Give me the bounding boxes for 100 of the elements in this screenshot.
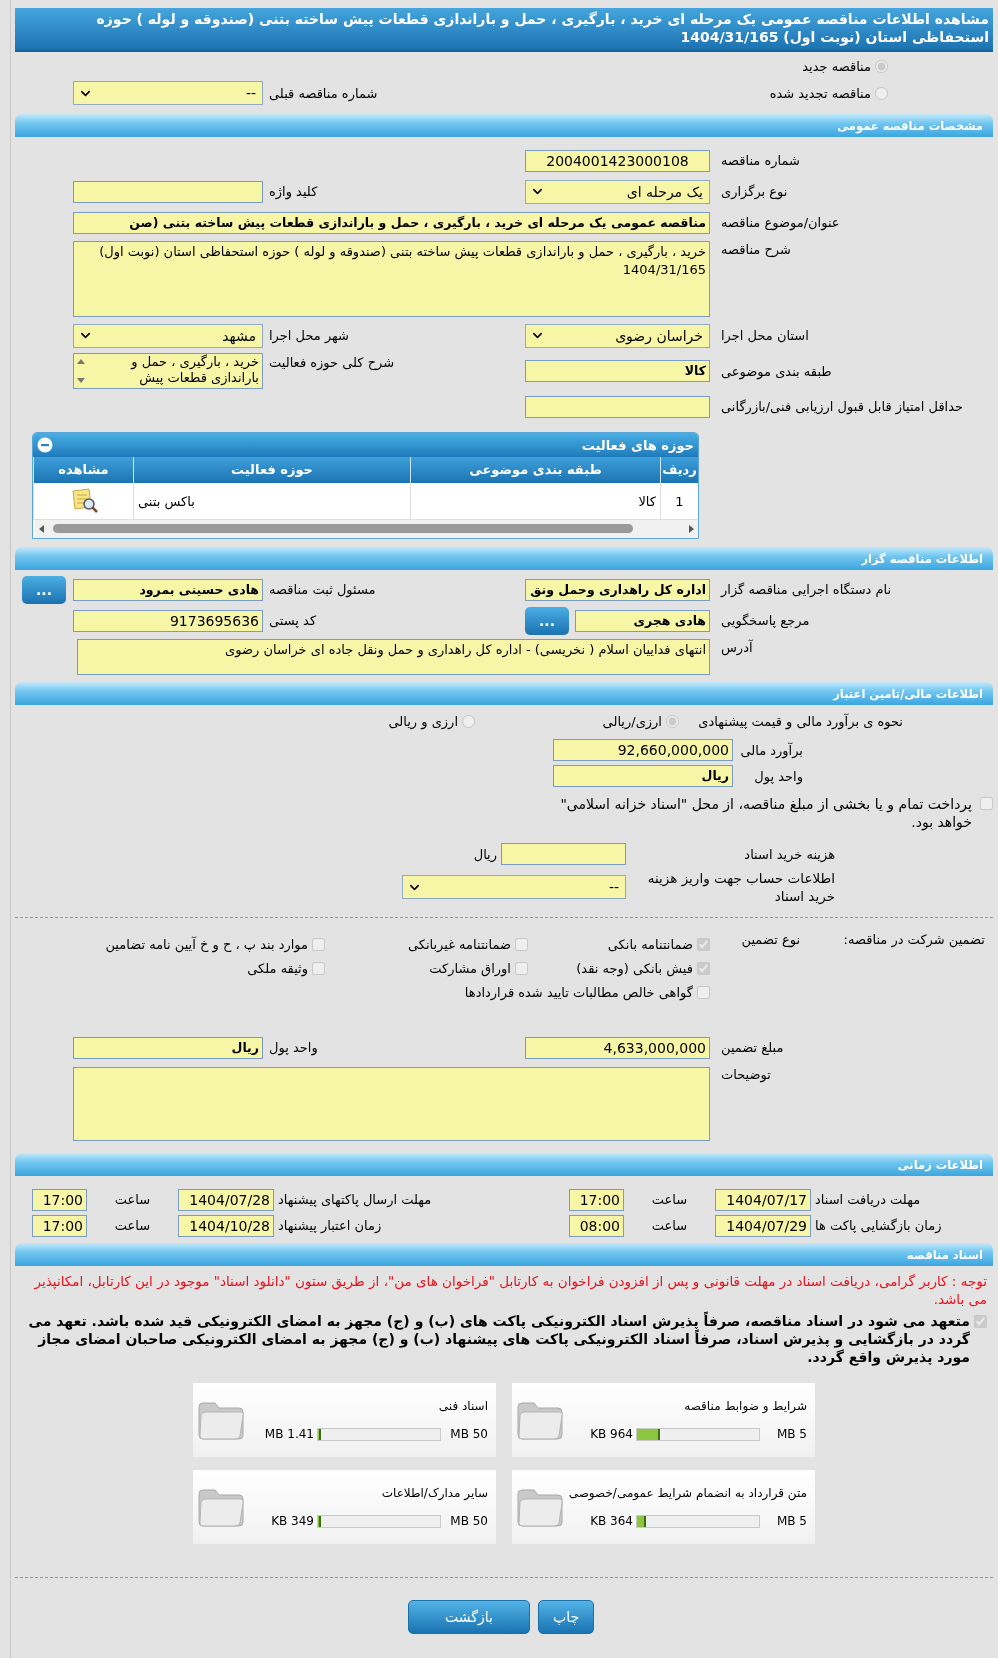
time-field[interactable]: 08:00: [569, 1214, 624, 1237]
text-field[interactable]: هادی هجری: [575, 609, 710, 632]
field-label: تضمین شرکت در مناقصه:: [842, 932, 985, 950]
field-label: زمان بازگشایی پاکت ها: [814, 1218, 943, 1233]
action-button[interactable]: چاپ: [537, 1600, 595, 1634]
field-label: توضیحات: [720, 1067, 772, 1082]
field-label: استان محل اجرا: [720, 328, 810, 343]
folder-icon: [516, 1399, 564, 1441]
field-label: مبلغ تضمین: [720, 1040, 785, 1055]
commitment-text: متعهد می شود در اسناد مناقصه، صرفاً پذیرش اسناد الکترونیکی پاکت های (ب) و (ج) مجهز به امضای الکترونیکی قید شده باشد. تعهد می گردد در بازگشایی و پذیرش اسناد، صرفاً اسناد الکترونیکی پاکت های پیشنهاد (ب) و (ج) مجهز به امضای الکترونیکی صاحبان امضای مجاز مورد پذیرش واقع گردد.: [27, 1312, 970, 1366]
text-field[interactable]: [525, 395, 710, 418]
radio-label: مناقصه جدید: [802, 58, 871, 74]
date-field[interactable]: 1404/07/28: [178, 1188, 274, 1211]
checkbox-label: ضمانتنامه بانکی: [607, 936, 693, 952]
text-field[interactable]: 2004001423000108: [525, 149, 710, 172]
column-header: مشاهده: [33, 457, 133, 483]
field-label: واحد پول: [753, 768, 803, 784]
date-field[interactable]: 1404/07/29: [715, 1214, 811, 1237]
radio-label: مناقصه تجدید شده: [769, 85, 871, 101]
size-limit: 50 MB: [449, 1427, 488, 1441]
text-field[interactable]: [501, 843, 626, 865]
text-field[interactable]: ریال: [73, 1036, 263, 1059]
horizontal-scrollbar[interactable]: [35, 520, 698, 538]
panel-title: حوزه های فعالیت: [581, 437, 694, 453]
size-limit: 50 MB: [449, 1514, 488, 1528]
field-label: شماره مناقصه: [720, 153, 801, 168]
checkbox-label: ضمانتنامه غیربانکی: [407, 936, 511, 952]
text-field[interactable]: 92,660,000,000: [553, 739, 733, 761]
column-header: حوزه فعالیت: [133, 457, 410, 483]
column-header: ردیف: [660, 457, 698, 483]
action-button[interactable]: بازگشت: [407, 1600, 530, 1634]
section-header: اطلاعات مناقصه گزار: [15, 547, 993, 570]
field-label: کلید واژه: [268, 184, 319, 199]
dropdown[interactable]: خراسان رضوی: [525, 323, 710, 348]
field-label: شرح مناقصه: [720, 242, 792, 257]
checkbox-label: اوراق مشارکت: [429, 960, 511, 976]
field-label: نوع تضمین: [740, 932, 800, 950]
field-label: طبقه بندی موضوعی: [720, 363, 833, 379]
field-label: مهلت ارسال پاکتهای پیشنهاد: [277, 1192, 433, 1207]
checkbox-label: فیش بانکی (وجه نقد): [576, 960, 693, 976]
file-size: 964 KB: [590, 1427, 633, 1441]
section-header: اطلاعات مالی/تامین اعتبار: [15, 682, 993, 705]
checkbox-label: وثیقه ملکی: [247, 960, 308, 976]
field-label: مرجع پاسخگویی: [720, 613, 811, 628]
text-area[interactable]: انتهای فداییان اسلام ( نخریسی) - اداره کل راهداری و حمل ونقل جاده ای خراسان رضوی: [77, 639, 710, 675]
section-header: اطلاعات زمانی: [15, 1153, 993, 1176]
collapse-icon[interactable]: [37, 437, 53, 453]
field-label: مسئول ثبت مناقصه: [268, 582, 377, 597]
checkbox-label: موارد بند پ ، ح و خ آیین نامه تضامین: [105, 936, 308, 952]
field-label: ساعت: [113, 1192, 152, 1207]
size-limit: 5 MB: [775, 1427, 807, 1441]
text-area[interactable]: خرید ، بارگیری ، حمل و باراندازی قطعات پیش: [73, 353, 263, 389]
time-field[interactable]: 17:00: [32, 1214, 87, 1237]
page-title: مشاهده اطلاعات مناقصه عمومی یک مرحله ای خرید ، بارگیری ، حمل و باراندازی قطعات پیش ساخته بتنی (صندوقه و لوله ) حوزه استحفاظی استان (نوبت اول) 1404/31/165: [15, 8, 993, 52]
text-field[interactable]: اداره کل راهداری وحمل ونق: [525, 578, 710, 601]
text-area[interactable]: خرید ، بارگیری ، حمل و باراندازی قطعات پیش ساخته بتنی (صندوقه و لوله ) حوزه استحفاظی استان (نوبت اول) 1404/31/165: [73, 241, 710, 317]
time-field[interactable]: 17:00: [569, 1188, 624, 1211]
column-header: طبقه بندی موضوعی: [410, 457, 660, 483]
dropdown[interactable]: مشهد: [73, 323, 263, 348]
field-label: آدرس: [720, 640, 754, 655]
field-label: برآورد مالی: [739, 742, 803, 758]
radio-label: ارزی و ریالی: [388, 713, 458, 729]
field-label: شرح کلی حوزه فعالیت: [268, 355, 396, 370]
dropdown[interactable]: یک مرحله ای: [525, 179, 710, 204]
text-field[interactable]: ریال: [553, 765, 733, 787]
field-label: اطلاعات حساب جهت واریز هزینه خرید اسناد: [646, 869, 835, 905]
checkbox-label: گواهی خالص مطالبات تایید شده قراردادها: [464, 984, 693, 1000]
text-area[interactable]: [73, 1067, 710, 1141]
field-label: نام دستگاه اجرایی مناقصه گزار: [719, 582, 893, 597]
date-field[interactable]: 1404/10/28: [178, 1214, 274, 1237]
file-size: 364 KB: [590, 1514, 633, 1528]
field-label: ساعت: [650, 1192, 689, 1207]
unit-label: ریال: [473, 846, 497, 862]
document-title: شرایط و ضوابط مناقصه: [683, 1399, 807, 1413]
browse-button[interactable]: ...: [22, 575, 66, 604]
folder-icon: [516, 1486, 564, 1528]
notice-text: توجه : کاربر گرامی، دریافت اسناد در مهلت قانونی و پس از افزودن فراخوان به کارتابل "فراخوان های من"، از طریق ستون "دانلود اسناد" موجود در این کارتابل، امکانپذیر می باشد.: [33, 1272, 988, 1308]
field-label: نوع برگزاری: [720, 184, 789, 199]
field-label: واحد پول: [268, 1040, 319, 1055]
text-field[interactable]: 4,633,000,000: [525, 1036, 710, 1059]
time-field[interactable]: 17:00: [32, 1188, 87, 1211]
field-label: کد پستی: [268, 613, 318, 628]
browse-button[interactable]: ...: [525, 606, 569, 635]
text-field[interactable]: [73, 180, 263, 203]
date-field[interactable]: 1404/07/17: [715, 1188, 811, 1211]
folder-icon: [197, 1486, 245, 1528]
field-label: زمان اعتبار پیشنهاد: [277, 1218, 383, 1233]
dropdown[interactable]: --: [73, 81, 263, 105]
document-title: متن قرارداد به انضمام شرایط عمومی/خصوصی: [567, 1486, 807, 1500]
field-label: مهلت دریافت اسناد: [814, 1192, 922, 1207]
text-field[interactable]: 9173695636: [73, 609, 263, 632]
dropdown[interactable]: --: [402, 875, 626, 899]
checkbox-label: پرداخت تمام و یا بخشی از مبلغ مناقصه، از محل "اسناد خزانه اسلامی" خواهد بود.: [559, 795, 972, 831]
radio-label: ارزی/ریالی: [602, 713, 662, 729]
document-title: اسناد فنی: [437, 1399, 488, 1413]
text-field[interactable]: مناقصه عمومی یک مرحله ای خرید ، بارگیری ، حمل و باراندازی قطعات پیش ساخته بتنی (صن: [73, 211, 710, 234]
text-field[interactable]: هادی حسینی بمرود: [73, 578, 263, 601]
section-header: اسناد مناقصه: [15, 1243, 993, 1266]
field-label: عنوان/موضوع مناقصه: [720, 215, 841, 230]
text-field[interactable]: کالا: [525, 360, 710, 382]
